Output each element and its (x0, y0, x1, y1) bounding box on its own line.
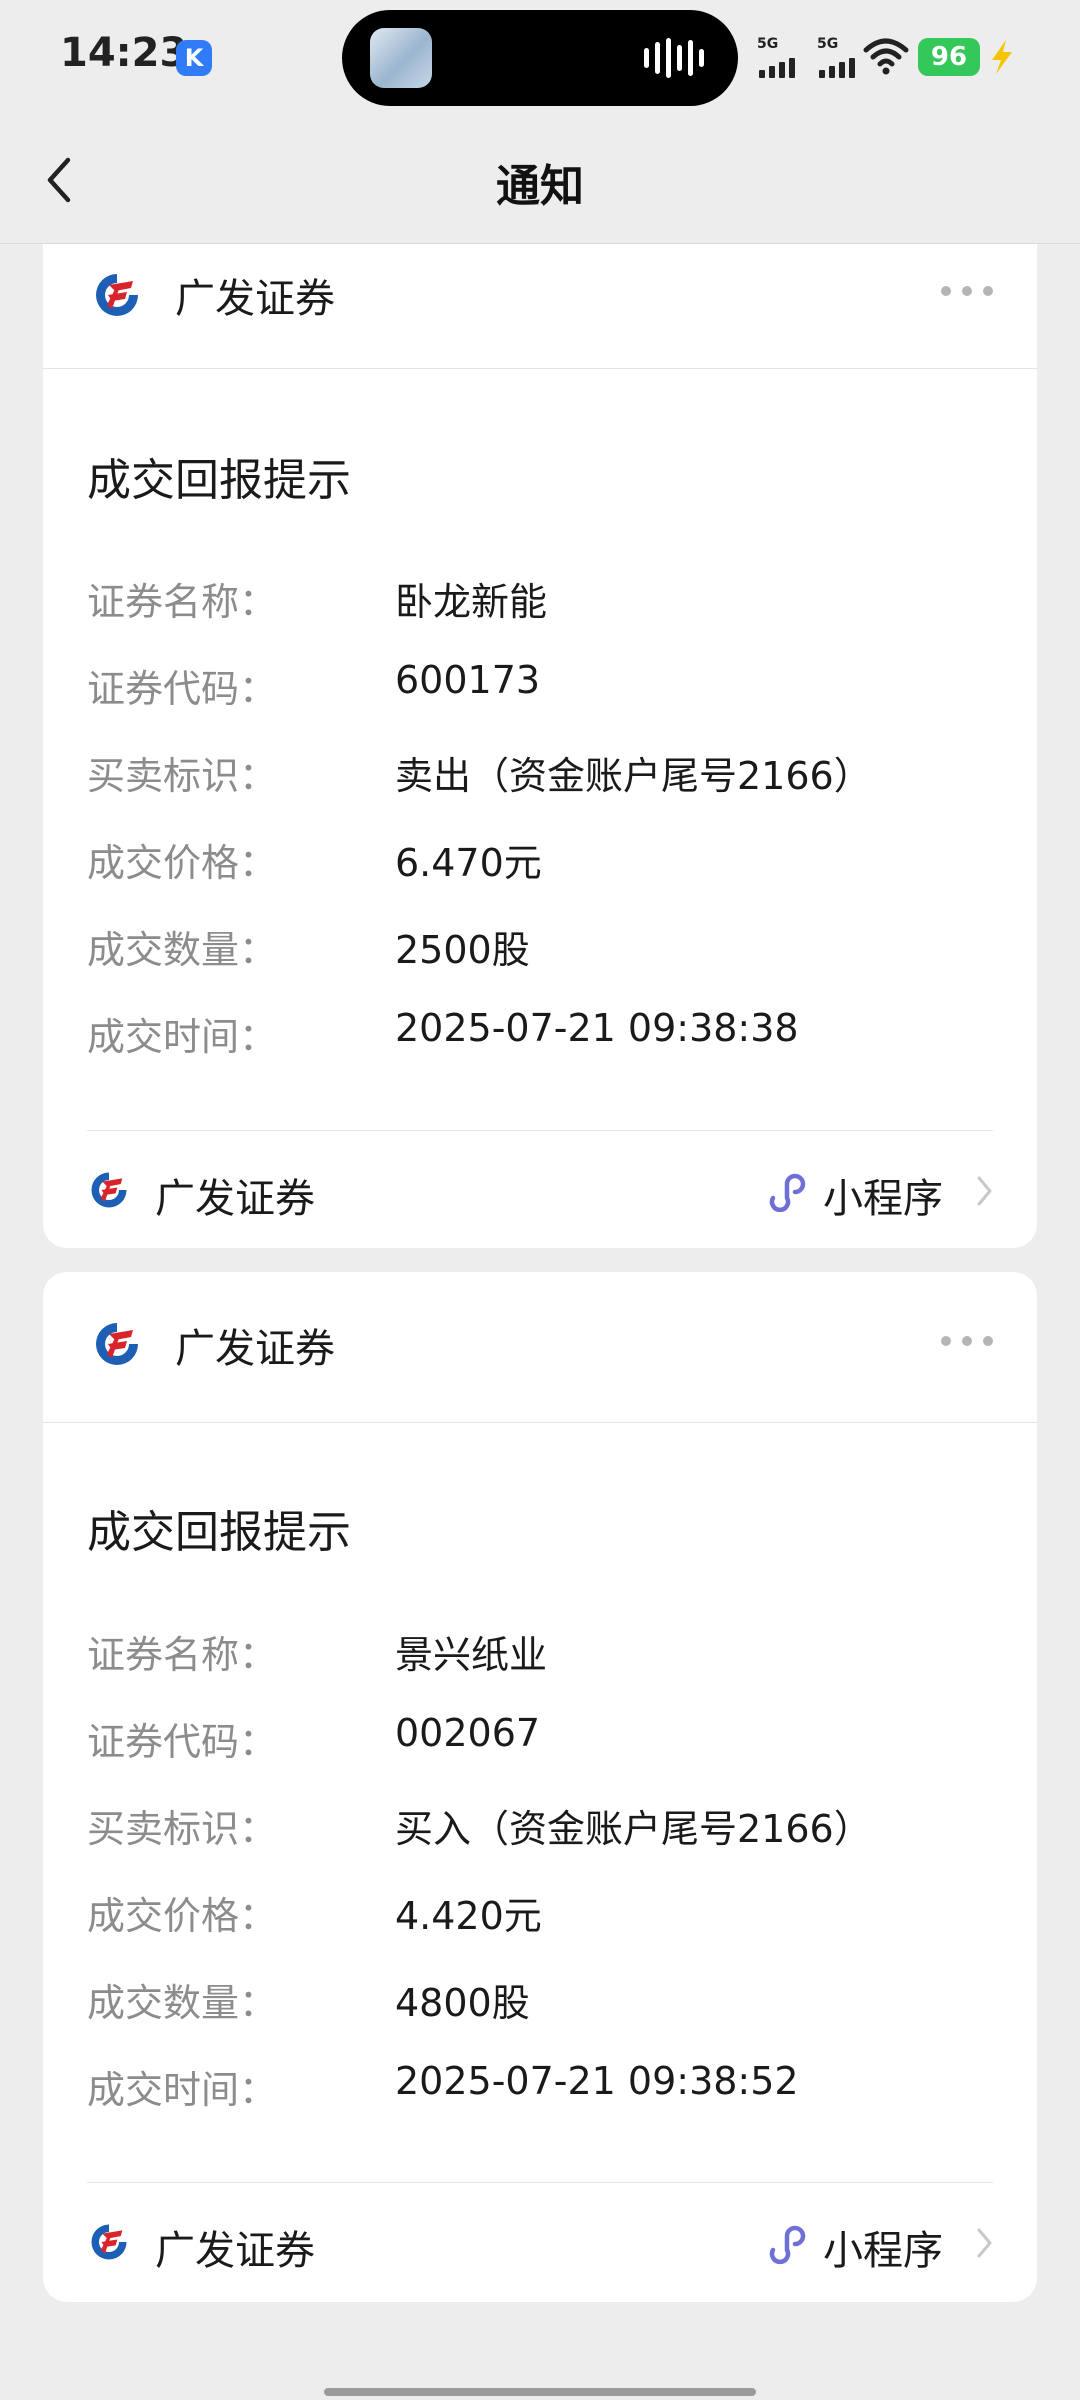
field-value: 买入（资金账户尾号2166） (395, 1807, 872, 1851)
audio-wave-icon (644, 38, 704, 78)
field-row: 证券名称： 景兴纸业 (87, 1624, 987, 1680)
field-row: 成交价格： 4.420元 (87, 1885, 987, 1941)
gf-securities-logo-icon (91, 2224, 127, 2260)
field-label: 证券名称： (87, 1633, 278, 1677)
field-value: 6.470元 (395, 841, 542, 885)
header-divider (43, 368, 1037, 369)
header-divider (43, 1422, 1037, 1423)
page-title: 通知 (496, 161, 584, 212)
field-row: 证券代码： 002067 (87, 1711, 987, 1767)
more-options-icon[interactable] (941, 1336, 993, 1348)
field-value: 卧龙新能 (395, 580, 548, 624)
field-label: 成交价格： (87, 841, 278, 885)
field-label: 成交时间： (87, 1015, 278, 1059)
field-value: 002067 (395, 1711, 541, 1755)
field-label: 成交价格： (87, 1894, 278, 1938)
chevron-right-icon (977, 1176, 992, 1206)
wifi-icon (863, 38, 909, 75)
field-label: 证券名称： (87, 580, 278, 624)
field-row: 成交数量： 2500股 (87, 919, 987, 975)
field-label: 成交数量： (87, 1981, 278, 2025)
charging-bolt-icon (992, 40, 1012, 74)
field-value: 2500股 (395, 928, 530, 972)
mini-program-icon (769, 2225, 806, 2265)
field-value: 2025-07-21 09:38:52 (395, 2059, 799, 2103)
card-brand-name: 广发证券 (175, 276, 335, 322)
signal-icon: 5G (817, 36, 863, 78)
chevron-right-icon (977, 2228, 992, 2258)
field-row: 成交时间： 2025-07-21 09:38:52 (87, 2059, 987, 2115)
field-value: 2025-07-21 09:38:38 (395, 1006, 799, 1050)
notice-title: 成交回报提示 (87, 455, 351, 506)
dynamic-island[interactable] (342, 10, 738, 106)
more-options-icon[interactable] (941, 286, 993, 298)
field-label: 证券代码： (87, 1720, 278, 1764)
card-brand-name: 广发证券 (175, 1326, 335, 1372)
k-app-icon: K (176, 40, 212, 76)
field-label: 成交数量： (87, 928, 278, 972)
status-bar: 14:23 K 5G 5G 96 (0, 0, 1080, 120)
home-indicator[interactable] (324, 2388, 756, 2396)
field-row: 成交价格： 6.470元 (87, 832, 987, 888)
field-value: 4.420元 (395, 1894, 542, 1938)
notice-title: 成交回报提示 (87, 1507, 351, 1558)
mini-program-icon (769, 1173, 806, 1213)
mini-program-link[interactable]: 小程序 (823, 2218, 943, 2276)
field-value: 卖出（资金账户尾号2166） (395, 754, 872, 798)
field-label: 成交时间： (87, 2068, 278, 2112)
battery-icon: 96 (918, 38, 980, 76)
footer-brand-name: 广发证券 (155, 1176, 315, 1222)
field-row: 证券名称： 卧龙新能 (87, 571, 987, 627)
signal-icon: 5G (757, 36, 803, 78)
footer-divider (87, 1130, 993, 1131)
media-thumbnail-icon (370, 28, 432, 88)
signal-1-label: 5G (757, 36, 779, 52)
field-row: 买卖标识： 买入（资金账户尾号2166） (87, 1798, 987, 1854)
field-label: 买卖标识： (87, 754, 278, 798)
field-value: 4800股 (395, 1981, 530, 2025)
mini-program-link[interactable]: 小程序 (823, 1166, 943, 1224)
gf-securities-logo-icon (91, 1172, 127, 1208)
field-row: 成交数量： 4800股 (87, 1972, 987, 2028)
field-value: 景兴纸业 (395, 1633, 548, 1677)
field-value: 600173 (395, 658, 541, 702)
footer-divider (87, 2182, 993, 2183)
footer-brand-name: 广发证券 (155, 2228, 315, 2274)
status-time: 14:23 (60, 30, 188, 76)
gf-securities-logo-icon (96, 274, 138, 316)
signal-2-label: 5G (817, 36, 839, 52)
field-label: 证券代码： (87, 667, 278, 711)
field-row: 证券代码： 600173 (87, 658, 987, 714)
field-row: 成交时间： 2025-07-21 09:38:38 (87, 1006, 987, 1062)
cellular-signals: 5G 5G (757, 36, 863, 78)
field-row: 买卖标识： 卖出（资金账户尾号2166） (87, 745, 987, 801)
notification-card[interactable]: 广发证券 成交回报提示 证券名称： 景兴纸业 证券代码： 002067 买卖标识… (43, 1272, 1037, 2302)
field-label: 买卖标识： (87, 1807, 278, 1851)
notification-card[interactable]: 广发证券 成交回报提示 证券名称： 卧龙新能 证券代码： 600173 买卖标识… (43, 244, 1037, 1248)
gf-securities-logo-icon (96, 1323, 138, 1365)
